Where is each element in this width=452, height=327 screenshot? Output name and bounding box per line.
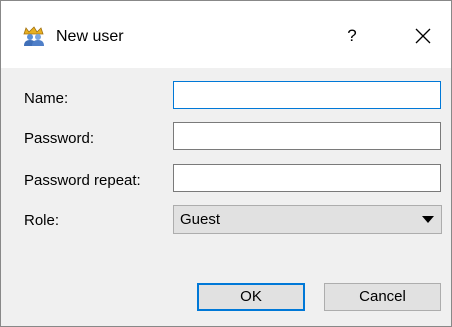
- help-button[interactable]: ?: [338, 23, 366, 49]
- cancel-button[interactable]: Cancel: [324, 283, 441, 311]
- ok-button[interactable]: OK: [197, 283, 305, 311]
- name-label: Name:: [24, 90, 69, 107]
- password-input[interactable]: [173, 122, 441, 150]
- role-select[interactable]: Guest: [173, 205, 442, 234]
- dialog-title: New user: [56, 28, 124, 45]
- users-icon: [23, 26, 44, 46]
- password-label: Password:: [24, 130, 95, 147]
- new-user-dialog: New user ? Name: Password: Password repe…: [0, 0, 452, 327]
- password-repeat-label: Password repeat:: [24, 172, 141, 189]
- role-label: Role:: [24, 212, 60, 229]
- title-bar: New user ?: [1, 1, 451, 68]
- role-selected-value: Guest: [180, 211, 221, 228]
- dropdown-arrow-icon[interactable]: [422, 216, 434, 223]
- close-icon[interactable]: [408, 23, 438, 49]
- password-repeat-input[interactable]: [173, 164, 441, 192]
- name-input[interactable]: [173, 81, 441, 109]
